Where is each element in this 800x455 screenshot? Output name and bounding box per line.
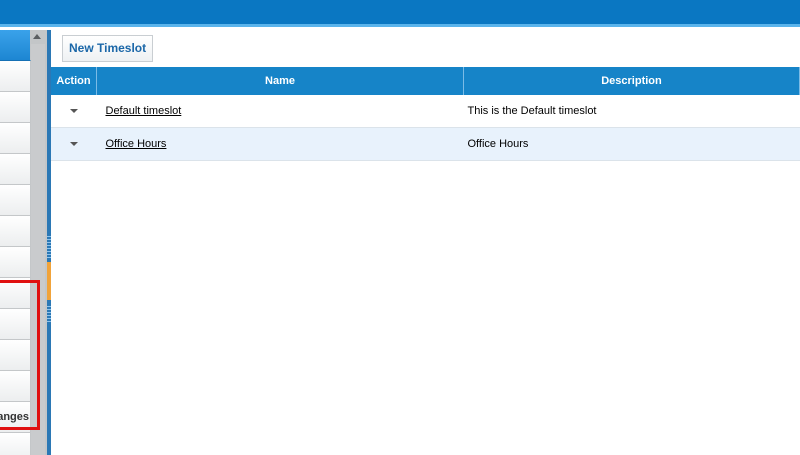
nav-item[interactable] xyxy=(0,247,31,278)
nav-item[interactable] xyxy=(0,92,31,123)
main-content: New Timeslot Action Name Description Def… xyxy=(51,30,800,455)
new-timeslot-button[interactable]: New Timeslot xyxy=(62,35,154,62)
timeslot-name-link[interactable]: Default timeslot xyxy=(101,105,182,117)
description-cell: Office Hours xyxy=(463,127,800,161)
name-cell: Office Hours xyxy=(96,127,464,161)
name-cell: Default timeslot xyxy=(96,95,464,128)
nav-item[interactable] xyxy=(0,123,31,154)
timeslot-name-link[interactable]: Office Hours xyxy=(101,138,167,150)
nav-item[interactable] xyxy=(0,433,31,455)
highlight-annotation-box xyxy=(0,280,40,430)
app-top-bar xyxy=(0,0,800,27)
nav-item[interactable] xyxy=(0,185,31,216)
scroll-up-arrow-icon[interactable] xyxy=(33,34,41,39)
column-header-action[interactable]: Action xyxy=(51,67,97,95)
nav-item[interactable] xyxy=(0,154,31,185)
dropdown-caret-icon[interactable] xyxy=(69,142,78,147)
left-nav-panel: anges xyxy=(0,30,47,455)
nav-item[interactable] xyxy=(0,61,31,92)
toolbar: New Timeslot xyxy=(51,30,800,67)
nav-item-active[interactable] xyxy=(0,30,31,61)
column-header-description[interactable]: Description xyxy=(463,67,800,95)
table-row: Office Hours Office Hours xyxy=(51,127,800,161)
row-action-cell[interactable] xyxy=(51,95,97,128)
nav-item[interactable] xyxy=(0,216,31,247)
table-row: Default timeslot This is the Default tim… xyxy=(51,95,800,128)
grid-header-row: Action Name Description xyxy=(51,67,800,95)
timeslot-grid: Action Name Description Default timeslot… xyxy=(51,67,800,161)
dropdown-caret-icon[interactable] xyxy=(69,109,78,114)
row-action-cell[interactable] xyxy=(51,127,97,161)
column-header-name[interactable]: Name xyxy=(96,67,464,95)
description-cell: This is the Default timeslot xyxy=(463,95,800,128)
